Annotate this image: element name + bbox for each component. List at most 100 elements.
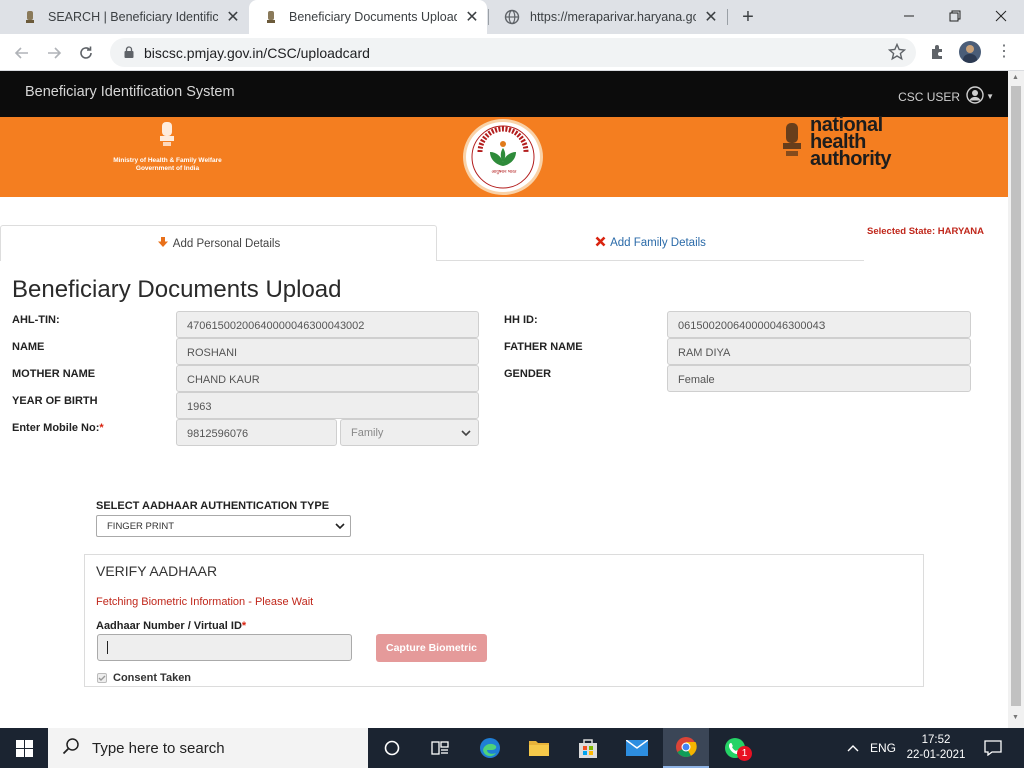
verify-aadhaar-panel: VERIFY AADHAAR Fetching Biometric Inform… (84, 554, 924, 687)
top-navbar: Beneficiary Identification System CSC US… (0, 71, 1008, 117)
relation-select[interactable]: Family (340, 419, 479, 446)
scroll-down-arrow-icon[interactable]: ▼ (1012, 714, 1019, 721)
required-asterisk: * (241, 620, 247, 632)
capture-biometric-button[interactable]: Capture Biometric (376, 634, 487, 662)
tab-title: Beneficiary Documents Upload | B (289, 10, 457, 24)
hhid-field[interactable]: 06150020064000004630004З (667, 311, 971, 338)
windows-start-icon[interactable] (0, 728, 48, 768)
store-bag-icon[interactable] (565, 728, 611, 768)
auth-type-select[interactable]: FINGER PRINT (96, 515, 351, 537)
whatsapp-icon[interactable]: 1 (712, 728, 758, 768)
search-icon (62, 737, 80, 759)
file-explorer-icon[interactable] (516, 728, 562, 768)
national-emblem-icon (156, 120, 178, 153)
tab-label: Add Family Details (610, 236, 706, 249)
close-window-icon[interactable] (978, 0, 1024, 32)
browser-tab-meraparivar[interactable]: https://meraparivar.haryana.gov.i ✕ (490, 0, 726, 34)
mother-name-field[interactable]: CHAND KAUR (176, 365, 479, 392)
gender-label: GENDER (504, 368, 552, 380)
cortana-circle-icon[interactable] (370, 728, 414, 768)
auth-type-value: FINGER PRINT (107, 521, 175, 532)
father-name-field[interactable]: RAM DIYA (667, 338, 971, 365)
tab-family-details[interactable]: Add Family Details (437, 225, 864, 261)
consent-row: Consent Taken (97, 672, 191, 684)
aadhaar-number-input[interactable] (97, 634, 352, 661)
extensions-puzzle-icon[interactable] (929, 43, 947, 64)
ahl-tin-label: AHL-TIN: (12, 314, 60, 326)
header-banner: Ministry of Health & Family Welfare Gove… (0, 115, 1008, 197)
nha-logo-text: national health authority (810, 115, 892, 170)
show-hidden-icons-chevron-icon[interactable] (842, 728, 864, 768)
browser-tab-search[interactable]: SEARCH | Beneficiary Identificatio ✕ (8, 0, 248, 34)
name-field[interactable]: ROSHANI (176, 338, 479, 365)
ahl-tin-field[interactable]: 47061500200640000046300043002 (176, 311, 479, 338)
reload-icon[interactable] (74, 41, 98, 65)
minimize-window-icon[interactable] (886, 0, 932, 32)
ministry-line: Government of India (135, 165, 200, 172)
biometric-status-text: Fetching Biometric Information - Please … (96, 596, 314, 608)
aadhaar-label-text: Aadhaar Number / Virtual ID (96, 620, 242, 632)
page-title: Beneficiary Documents Upload (12, 276, 342, 303)
relation-select-value: Family (351, 427, 384, 439)
tab-divider (727, 9, 728, 25)
mobile-label-text: Enter Mobile No: (12, 422, 100, 434)
year-of-birth-field[interactable]: 1963 (176, 392, 479, 419)
selected-state: Selected State: HARYANA (867, 226, 984, 237)
scrollbar-thumb[interactable] (1011, 86, 1021, 706)
verify-aadhaar-title: VERIFY AADHAAR (96, 563, 218, 579)
clock-time: 17:52 (921, 734, 951, 746)
tab-title: SEARCH | Beneficiary Identificatio (48, 10, 218, 24)
clock-date: 22-01-2021 (906, 749, 966, 761)
hhid-label: HH ID: (504, 314, 538, 326)
close-tab-icon[interactable]: ✕ (696, 7, 726, 27)
browser-tab-upload[interactable]: Beneficiary Documents Upload | B ✕ (249, 0, 487, 34)
aadhaar-label: Aadhaar Number / Virtual ID* (96, 620, 246, 632)
notification-center-icon[interactable] (978, 728, 1008, 768)
text-cursor (107, 641, 108, 655)
mobile-label: Enter Mobile No:* (12, 422, 104, 434)
arrow-down-icon (157, 236, 169, 251)
back-arrow-icon[interactable] (10, 41, 34, 65)
name-label: NAME (12, 341, 45, 353)
browser-menu-icon[interactable]: ⋮ (996, 43, 1012, 61)
auth-type-label: SELECT AADHAAR AUTHENTICATION TYPE (96, 500, 330, 512)
app-brand[interactable]: Beneficiary Identification System (25, 84, 235, 100)
year-of-birth-label: YEAR OF BIRTH (12, 395, 98, 407)
user-avatar-icon (966, 86, 984, 107)
scroll-up-arrow-icon[interactable]: ▲ (1012, 74, 1019, 81)
user-name: CSC USER (898, 89, 961, 104)
gender-field[interactable]: Female (667, 365, 971, 392)
close-tab-icon[interactable]: ✕ (218, 7, 248, 27)
address-bar[interactable]: biscsc.pmjay.gov.in/CSC/uploadcard (110, 38, 916, 67)
task-view-icon[interactable] (418, 728, 462, 768)
pmjay-seal-logo (463, 119, 543, 195)
consent-checkbox[interactable] (97, 673, 107, 683)
language-indicator[interactable]: ENG (866, 728, 900, 768)
taskbar-search-box[interactable]: Type here to search (48, 728, 368, 768)
ministry-logo-text: Ministry of Health & Family Welfare Gove… (100, 157, 235, 173)
tab-divider (488, 9, 489, 25)
system-clock[interactable]: 17:52 22-01-2021 (902, 728, 970, 768)
profile-avatar[interactable] (959, 41, 981, 63)
tab-title: https://meraparivar.haryana.gov.i (530, 10, 696, 24)
ministry-line: Ministry of Health & Family Welfare (113, 157, 222, 164)
chrome-icon[interactable] (663, 728, 709, 768)
web-page: Beneficiary Identification System CSC US… (0, 71, 1008, 728)
selected-state-value: HARYANA (937, 226, 985, 237)
tab-personal-details[interactable]: Add Personal Details (0, 225, 437, 261)
forward-arrow-icon[interactable] (42, 41, 66, 65)
mobile-field[interactable]: 9812596076 (176, 419, 337, 446)
mail-icon[interactable] (614, 728, 660, 768)
nha-emblem-icon (778, 119, 806, 166)
restore-window-icon[interactable] (932, 0, 978, 32)
new-tab-plus-icon[interactable]: + (736, 5, 760, 29)
required-asterisk: * (99, 422, 104, 434)
page-scrollbar[interactable]: ▲ ▼ (1008, 71, 1024, 728)
chevron-down-icon (335, 522, 345, 533)
selected-state-label: Selected State: (867, 226, 938, 237)
nha-line: authority (810, 148, 892, 170)
edge-browser-icon[interactable] (467, 728, 513, 768)
bookmark-star-icon[interactable] (887, 42, 907, 64)
close-tab-icon[interactable]: ✕ (457, 7, 487, 27)
user-menu[interactable]: CSC USER ▼ (898, 86, 994, 107)
